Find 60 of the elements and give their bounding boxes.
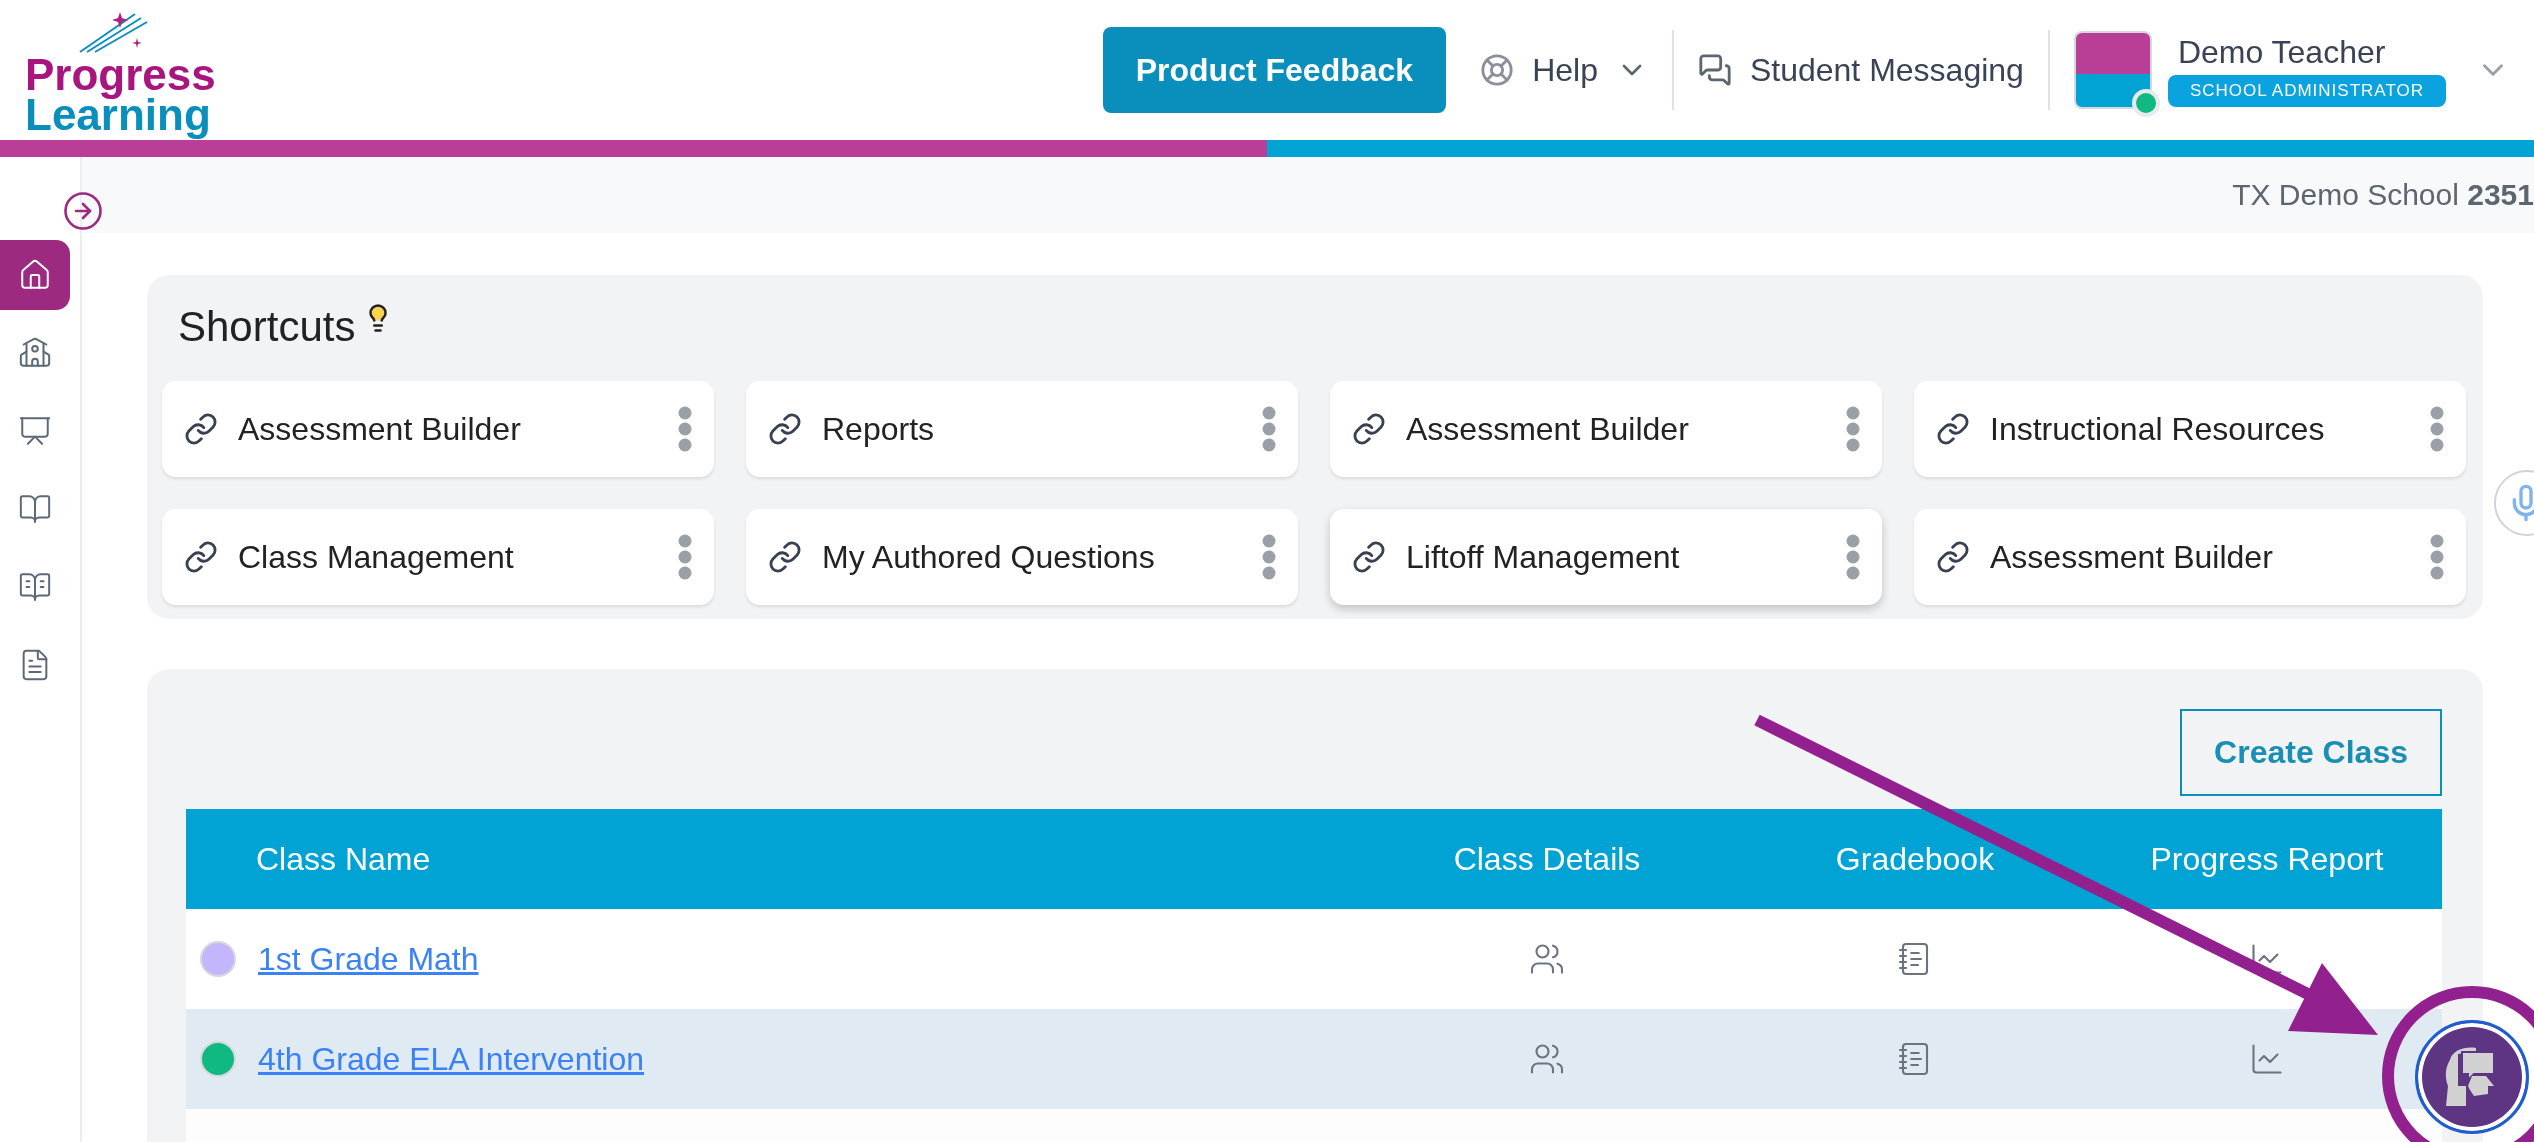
more-options-button[interactable] bbox=[678, 534, 692, 580]
arrow-right-circle-icon bbox=[62, 190, 104, 232]
column-header: Progress Report bbox=[2149, 840, 2385, 878]
vertical-dots-icon bbox=[2430, 534, 2444, 580]
lifebuoy-icon bbox=[1480, 53, 1515, 87]
sidebar-nav-item[interactable] bbox=[0, 240, 70, 310]
shortcut-link[interactable]: My Authored Questions bbox=[822, 538, 1242, 576]
more-options-button[interactable] bbox=[1262, 534, 1276, 580]
column-header: Gradebook bbox=[1834, 840, 1996, 878]
product-feedback-button[interactable]: Product Feedback bbox=[1102, 27, 1447, 113]
vertical-dots-icon bbox=[1846, 534, 1860, 580]
student-messaging-button[interactable]: Student Messaging bbox=[1697, 51, 2024, 89]
chat-bubbles-icon bbox=[1697, 53, 1732, 87]
shortcut-link[interactable]: Reports bbox=[822, 410, 1242, 448]
chat-widget-button[interactable] bbox=[2415, 1020, 2529, 1134]
home-icon bbox=[18, 258, 52, 292]
vertical-dots-icon bbox=[1846, 406, 1860, 452]
more-options-button[interactable] bbox=[2430, 406, 2444, 452]
shortcut-link[interactable]: Liftoff Management bbox=[1406, 538, 1826, 576]
expand-sidebar-button[interactable] bbox=[62, 190, 104, 232]
classes-icon bbox=[18, 414, 52, 448]
link-icon bbox=[184, 412, 218, 446]
guide-icon bbox=[18, 570, 52, 604]
more-options-button[interactable] bbox=[1262, 406, 1276, 452]
column-header: Class Name bbox=[255, 840, 432, 878]
vertical-dots-icon bbox=[1262, 534, 1276, 580]
class-name-link[interactable]: 1st Grade Math bbox=[258, 940, 479, 978]
link-icon bbox=[1352, 540, 1386, 574]
shortcut-link[interactable]: Assessment Builder bbox=[1406, 410, 1826, 448]
more-options-button[interactable] bbox=[1846, 406, 1860, 452]
user-name: Demo Teacher bbox=[2176, 33, 2386, 71]
more-options-button[interactable] bbox=[678, 406, 692, 452]
shortcut-link[interactable]: Class Management bbox=[238, 538, 658, 576]
link-icon bbox=[1352, 412, 1386, 446]
vertical-dots-icon bbox=[1262, 406, 1276, 452]
vertical-dots-icon bbox=[678, 406, 692, 452]
line-chart-icon bbox=[2249, 941, 2285, 977]
progress-report-button[interactable] bbox=[2249, 1041, 2285, 1077]
line-chart-icon bbox=[2249, 1041, 2285, 1077]
progress-report-button[interactable] bbox=[2249, 941, 2285, 977]
school-icon bbox=[18, 336, 52, 370]
vertical-dots-icon bbox=[2430, 406, 2444, 452]
shortcut-link[interactable]: Assessment Builder bbox=[238, 410, 658, 448]
help-menu-button[interactable]: Help bbox=[1480, 51, 1648, 89]
column-header: Class Details bbox=[1452, 840, 1642, 878]
book-icon bbox=[18, 492, 52, 526]
link-icon bbox=[768, 540, 802, 574]
link-icon bbox=[184, 540, 218, 574]
user-menu[interactable]: Demo Teacher SCHOOL ADMINISTRATOR bbox=[2073, 31, 2510, 109]
shortcuts-title: Shortcuts bbox=[178, 303, 356, 351]
link-icon bbox=[1936, 540, 1970, 574]
more-options-button[interactable] bbox=[2430, 534, 2444, 580]
shortcut-link[interactable]: Assessment Builder bbox=[1990, 538, 2410, 576]
more-options-button[interactable] bbox=[1846, 534, 1860, 580]
shortcut-link[interactable]: Instructional Resources bbox=[1990, 410, 2410, 448]
link-icon bbox=[1936, 412, 1970, 446]
role-badge: SCHOOL ADMINISTRATOR bbox=[2167, 74, 2446, 107]
link-icon bbox=[768, 412, 802, 446]
school-name: TX Demo School 2351 bbox=[2232, 178, 2534, 212]
vertical-dots-icon bbox=[678, 534, 692, 580]
